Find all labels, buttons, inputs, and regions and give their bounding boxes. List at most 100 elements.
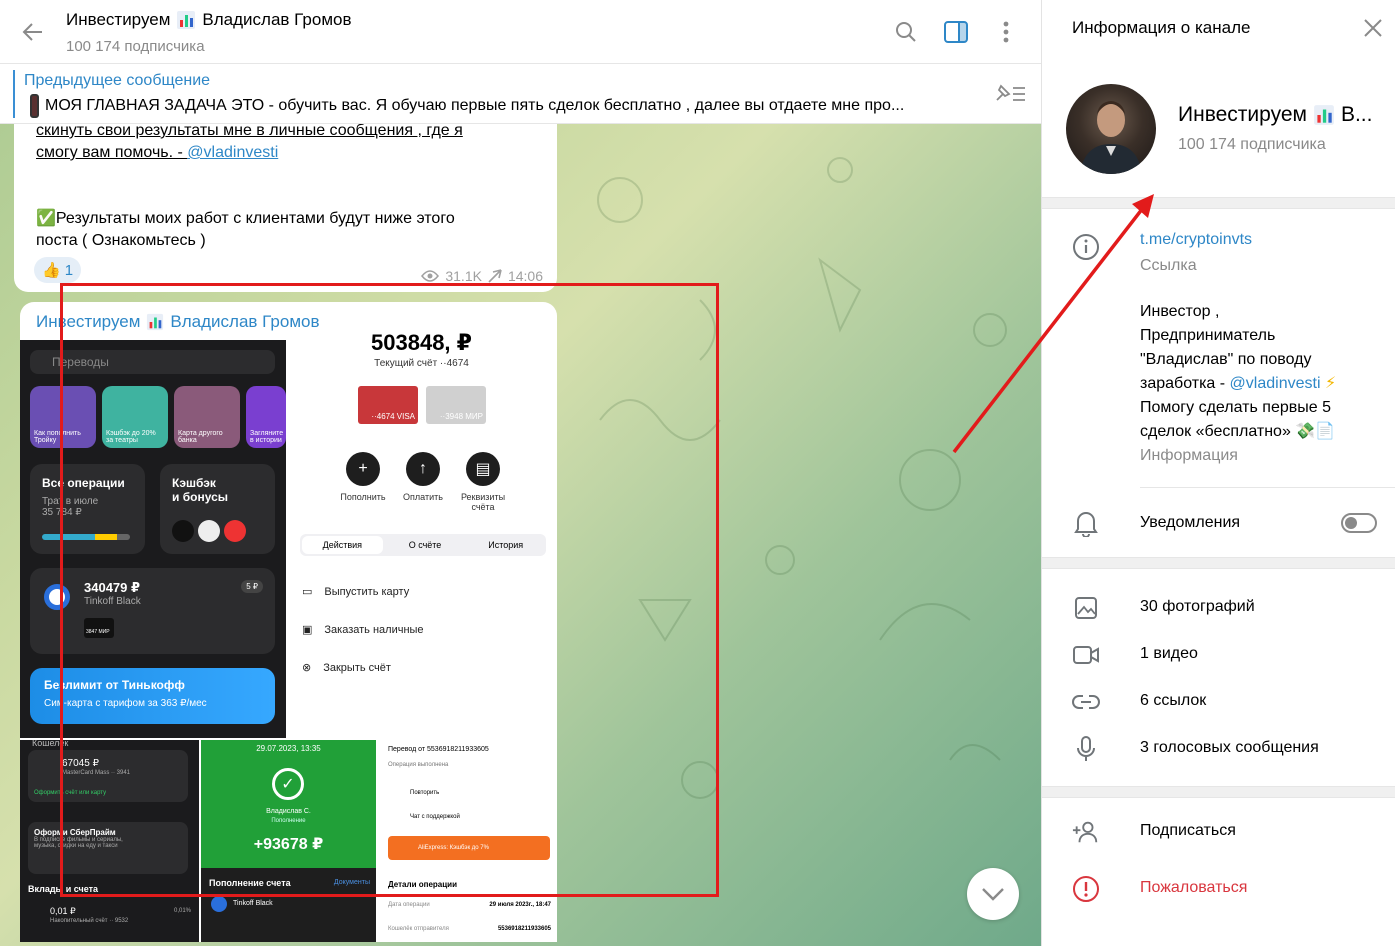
microphone-icon [1072,735,1100,763]
report-icon [1072,875,1100,903]
operations-title: Все операции [42,476,125,490]
documents-link: Документы [333,879,370,886]
partner-icon [198,520,220,542]
more-vertical-icon [1003,21,1009,42]
search-button[interactable] [893,19,919,45]
view-count: 31.1K [445,268,482,284]
reaction-chip[interactable]: 👍 1 [34,257,82,283]
tinkoff-logo-icon [211,896,227,912]
pinned-text-row: МОЯ ГЛАВНАЯ ЗАДАЧА ЭТО - обучить вас. Я … [30,94,970,118]
media-voice[interactable]: 3 голосовых сообщения [1140,739,1319,757]
mini-card: 3847 МИР [84,618,114,638]
chat-title-text: Инвестируем [66,10,171,29]
toggle-sidebar-button[interactable] [943,19,969,45]
tab-actions: Действия [302,536,383,554]
operations-card: Все операции Трат в июле 35 784 ₽ [30,464,145,554]
account-card: 340479 ₽ Tinkoff Black 5 ₽ 3847 МИР [30,568,275,654]
topup-action: + Пополнить [330,452,396,502]
description-mention-link[interactable]: @vladinvesti [1230,375,1321,392]
section-divider [1042,786,1395,798]
transfer-amount: +93678 ₽ [253,836,324,853]
media-photos[interactable]: 30 фотографий [1140,598,1255,616]
wallet-amount: 67045 ₽ [62,758,99,769]
back-button[interactable] [0,0,66,64]
pinned-label: Предыдущее сообщение [24,72,211,89]
notifications-toggle[interactable] [1341,513,1377,533]
promo-sub: Сим-карта с тарифом за 363 ₽/мес [44,698,207,709]
share-icon [488,269,502,283]
report-button[interactable]: Пожаловаться [1140,879,1247,897]
sberprime-title: Оформи СберПрайм [34,828,116,837]
cashback-badge: 5 ₽ [241,580,263,593]
description-line: сделок «бесплатно» 💸📄 [1140,423,1336,440]
message-author[interactable]: Инвестируем Владислав Громов [36,312,320,332]
album-message-bubble[interactable]: Инвестируем Владислав Громов Переводы Ка… [20,302,557,942]
photo-icon [1072,594,1100,622]
chat-title: Инвестируем Владислав Громов [66,10,893,30]
message-meta: 31.1K 14:06 [421,268,543,284]
deposit-rate: 0,01% [173,908,191,914]
description-line-link: заработка - @vladinvesti ⚡ [1140,372,1390,396]
channel-avatar[interactable] [1066,84,1156,174]
add-user-icon [1072,818,1100,846]
sberprime-banner: Оформи СберПрайм В подписке фильмы и сер… [28,822,188,874]
sberprime-text: В подписке фильмы и сериалы, музыка, ски… [34,837,123,849]
arrow-left-icon [22,22,42,41]
cashback-card: Кэшбэк и бонусы [160,464,275,554]
media-links[interactable]: 6 ссылок [1140,692,1206,710]
album-photo-2[interactable]: 503848, ₽ Текущий счёт ··4674 ··4674 VIS… [286,330,557,740]
notifications-label: Уведомления [1140,514,1241,531]
transfer-from: Перевод от 5536918211933605 [388,746,489,753]
requisites-action: ▤ Реквизиты счёта [450,452,516,512]
aliexpress-banner: AliExpress: Кэшбэк до 7% [388,836,550,860]
message-bubble[interactable]: скинуть свои результаты мне в личные соо… [14,100,557,292]
info-icon [1072,233,1100,261]
author-name-suffix: Владислав Громов [170,312,320,331]
tab-history: История [488,540,524,550]
check-icon: ✓ [272,768,304,800]
divider [1140,487,1395,488]
pinned-list-button[interactable] [993,82,1027,109]
album-photo-1[interactable]: Переводы Как пополнить Тройку Кэшбэк до … [20,340,286,738]
story-card: Кэшбэк до 20% за театры [102,386,168,448]
pay-action: ↑ Оплатить [390,452,456,502]
close-button[interactable] [1363,18,1383,43]
thumbs-up-icon: 👍 [42,262,61,279]
deposits-title: Вклады и счета [28,884,99,894]
chart-emoji-icon [177,11,196,29]
date-value: 29 июля 2023г., 18:47 [489,902,551,908]
cashback-icons [172,520,246,542]
channel-description: Инвестор , Предприниматель "Владислав" п… [1140,300,1390,468]
chat-title-block[interactable]: Инвестируем Владислав Громов 100 174 под… [66,8,893,55]
description-line: "Владислав" по поводу [1140,351,1312,368]
message-line: поста ( Ознакомьтесь ) [36,232,206,249]
action-label: Реквизиты счёта [460,492,506,512]
pinned-message-bar[interactable]: Предыдущее сообщение МОЯ ГЛАВНАЯ ЗАДАЧА … [0,64,1041,124]
menu-row: ⊗ Закрыть счёт [302,661,391,675]
subscribe-button[interactable]: Подписаться [1140,822,1236,840]
chat-title-suffix: Владислав Громов [202,10,352,29]
transfer-status: Пополнение [271,818,306,824]
arrow-up-icon: ↑ [406,452,440,486]
account-balance: 340479 ₽ [84,580,141,595]
wallet-card-name: MasterCard Mass ·· 3941 [62,770,131,776]
sidebar-toggle-icon [944,20,968,43]
album-photo-4[interactable]: 29.07.2023, 13:35 ✓ Владислав С. Пополне… [201,740,376,942]
action-label: Оплатить [403,492,443,502]
album-photo-3[interactable]: Кошелёк 67045 ₽ MasterCard Mass ·· 3941 … [20,740,199,942]
more-button[interactable] [993,19,1019,45]
close-icon [1364,19,1382,37]
message-time: 14:06 [507,268,543,284]
wallet-label: Кошелёк [32,740,69,748]
channel-name-tail: В... [1340,103,1373,126]
wallet-sender-value: 5536918211933605 [497,926,551,932]
channel-link[interactable]: t.me/cryptoinvts [1140,231,1252,249]
album-photo-5[interactable]: Перевод от 5536918211933605 Операция вып… [378,740,557,942]
scroll-down-button[interactable] [967,868,1019,920]
toggle-knob [1345,517,1357,529]
mention-link[interactable]: @vladinvesti [187,144,278,161]
deposit-sub: Накопительный счёт ·· 9532 [50,918,129,924]
description-line: Помогу сделать первые 5 [1140,399,1331,416]
promo-banner: Безлимит от Тинькофф Сим-карта с тарифом… [30,668,275,724]
media-videos[interactable]: 1 видео [1140,645,1198,663]
